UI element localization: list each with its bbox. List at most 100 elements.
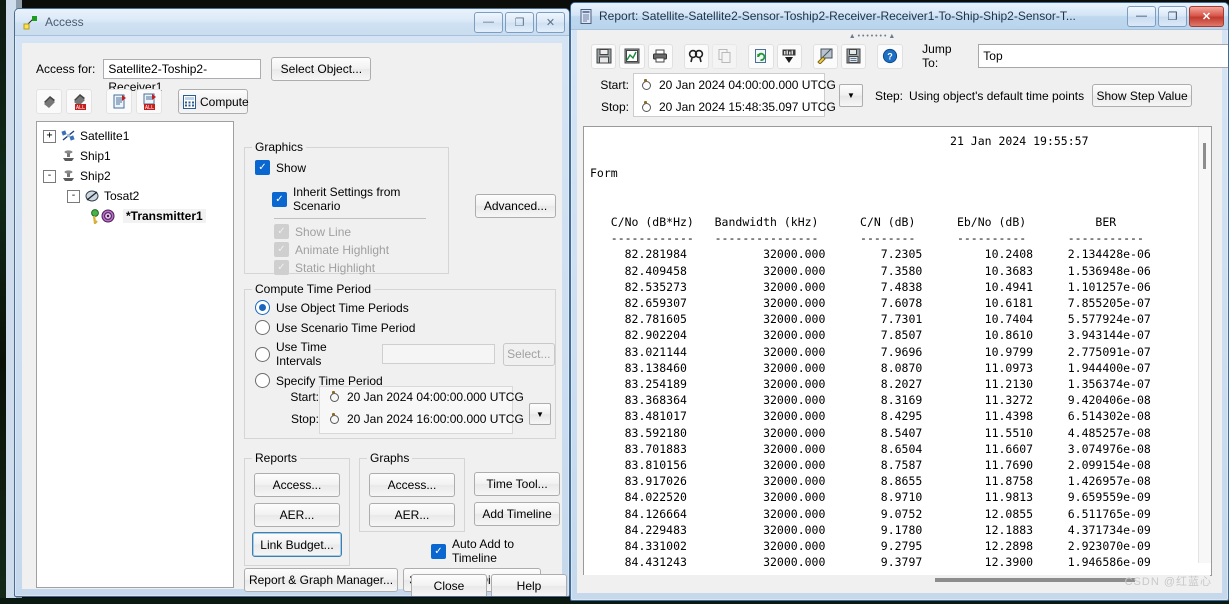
tree-node-ship2[interactable]: - Ship2 bbox=[37, 166, 233, 186]
minimize-button[interactable]: — bbox=[1127, 5, 1156, 27]
expander-icon[interactable]: - bbox=[67, 189, 80, 203]
clock-icon bbox=[639, 100, 651, 114]
access-titlebar[interactable]: Access — ❐ ✕ bbox=[15, 9, 569, 36]
report-titlebar[interactable]: Report: Satellite-Satellite2-Sensor-Tosh… bbox=[571, 3, 1228, 30]
report-line bbox=[590, 182, 1211, 198]
object-tree[interactable]: + Satellite1 Ship1 - Ship2 - Tosat2 *Tra… bbox=[36, 121, 234, 588]
time-tool-button[interactable]: Time Tool... bbox=[474, 472, 560, 496]
report-line: 82.902204 32000.000 7.8507 10.8610 3.943… bbox=[590, 328, 1151, 343]
refresh-icon[interactable] bbox=[748, 43, 774, 69]
maximize-button[interactable]: ❐ bbox=[505, 11, 534, 33]
inherit-settings-checkbox[interactable]: ✓ bbox=[272, 191, 287, 207]
close-button[interactable]: ✕ bbox=[536, 11, 565, 33]
add-timeline-button[interactable]: Add Timeline bbox=[474, 502, 560, 526]
report-line: 83.021144 32000.000 7.9696 10.9799 2.775… bbox=[590, 344, 1151, 359]
report-window[interactable]: Report: Satellite-Satellite2-Sensor-Tosh… bbox=[570, 2, 1229, 601]
compute-access-icon[interactable] bbox=[36, 89, 62, 114]
radio-use-time-intervals[interactable]: Use Time Intervals Select... bbox=[255, 340, 555, 368]
access-window[interactable]: Access — ❐ ✕ Access for: Satellite2-Tosh… bbox=[14, 8, 570, 597]
show-checkbox-row[interactable]: ✓ Show bbox=[255, 160, 448, 175]
compute-button[interactable]: Compute bbox=[178, 89, 249, 114]
auto-add-to-timeline-checkbox[interactable]: ✓ bbox=[431, 543, 446, 559]
report-toolbar[interactable]: ? Jump To: Top ⌄ bbox=[583, 40, 1228, 72]
show-line-label: Show Line bbox=[295, 224, 352, 239]
report-window-title: Report: Satellite-Satellite2-Sensor-Tosh… bbox=[599, 9, 1076, 23]
close-button-footer[interactable]: Close bbox=[411, 574, 487, 596]
radio-use-object-time-periods[interactable]: Use Object Time Periods bbox=[255, 300, 555, 315]
save-icon[interactable] bbox=[591, 43, 617, 69]
access-for-input[interactable]: Satellite2-Toship2-Receiver1 bbox=[103, 59, 262, 94]
find-icon[interactable] bbox=[683, 43, 710, 69]
show-checkbox[interactable]: ✓ bbox=[255, 160, 270, 175]
compute-button-label: Compute bbox=[200, 94, 249, 109]
report-line: 84.022520 32000.000 8.9710 11.9813 9.659… bbox=[590, 490, 1151, 505]
expander-icon[interactable]: + bbox=[43, 129, 56, 143]
show-step-value-button[interactable]: Show Step Value bbox=[1092, 84, 1193, 107]
maximize-button[interactable]: ❐ bbox=[1158, 5, 1187, 27]
tree-label: Ship2 bbox=[80, 169, 111, 183]
radio-button[interactable] bbox=[255, 373, 270, 388]
report-time-dropdown-arrow-icon[interactable]: ▼ bbox=[839, 84, 863, 107]
auto-add-timeline-row[interactable]: ✓ Auto Add to Timeline bbox=[431, 537, 562, 565]
reports-access-button[interactable]: Access... bbox=[254, 473, 340, 497]
access-window-title: Access bbox=[45, 15, 84, 29]
time-intervals-input[interactable] bbox=[382, 344, 495, 364]
time-period-dropdown-arrow-icon[interactable]: ▼ bbox=[529, 403, 551, 425]
report-stop-value[interactable]: 20 Jan 2024 15:48:35.097 UTCG bbox=[659, 100, 836, 114]
report-window-controls[interactable]: — ❐ ✕ bbox=[1127, 5, 1226, 27]
print-icon[interactable] bbox=[647, 43, 673, 69]
radio-button[interactable] bbox=[255, 320, 270, 335]
access-toolbar[interactable]: ALL ALL Compute bbox=[36, 89, 249, 114]
start-value[interactable]: 20 Jan 2024 04:00:00.000 UTCG bbox=[347, 390, 524, 404]
compute-all-access-icon[interactable]: ALL bbox=[66, 89, 92, 114]
select-object-button[interactable]: Select Object... bbox=[271, 57, 372, 81]
report-vertical-scrollbar[interactable] bbox=[1198, 127, 1211, 563]
report-step-row: Step: Using object's default time points… bbox=[875, 84, 1193, 107]
report-all-icon[interactable]: ALL bbox=[136, 89, 162, 114]
radio-button[interactable] bbox=[255, 300, 270, 315]
tree-label-selected: *Transmitter1 bbox=[123, 209, 206, 223]
radio-use-scenario-time-period[interactable]: Use Scenario Time Period bbox=[255, 320, 555, 335]
graphs-aer-button[interactable]: AER... bbox=[369, 503, 455, 527]
graphs-access-button[interactable]: Access... bbox=[369, 473, 455, 497]
report-graph-manager-button[interactable]: Report & Graph Manager... bbox=[244, 568, 398, 592]
report-text-area[interactable]: 21 Jan 2024 19:55:57 Form C/No (dB*Hz) B… bbox=[583, 126, 1212, 576]
tree-node-satellite1[interactable]: + Satellite1 bbox=[37, 122, 233, 146]
report-line: 83.810156 32000.000 8.7587 11.7690 2.099… bbox=[590, 458, 1151, 473]
jump-to-select[interactable]: Top ⌄ bbox=[978, 44, 1228, 68]
reports-link-budget-button[interactable]: Link Budget... bbox=[252, 532, 342, 557]
graphs-group: Graphs Access... AER... bbox=[359, 451, 465, 532]
clear-icon[interactable] bbox=[812, 43, 839, 69]
access-window-controls[interactable]: — ❐ ✕ bbox=[474, 11, 567, 33]
report-horizontal-scrollbar[interactable] bbox=[583, 575, 1210, 585]
svg-text:?: ? bbox=[887, 52, 893, 62]
graphics-divider bbox=[274, 218, 426, 219]
satellite-icon bbox=[61, 129, 76, 143]
expander-icon[interactable]: - bbox=[43, 169, 56, 183]
report-line bbox=[590, 149, 1211, 165]
reports-aer-button[interactable]: AER... bbox=[254, 503, 340, 527]
static-highlight-checkbox: ✓ bbox=[274, 260, 289, 275]
minimize-button[interactable]: — bbox=[474, 11, 503, 33]
graph-download-icon[interactable] bbox=[776, 43, 802, 69]
export-excel-icon[interactable] bbox=[619, 43, 645, 69]
save-as-icon[interactable] bbox=[841, 43, 867, 69]
help-icon[interactable]: ? bbox=[877, 43, 903, 69]
reports-group-title: Reports bbox=[252, 451, 301, 465]
report-stop-row: Stop: 20 Jan 2024 15:48:35.097 UTCG bbox=[595, 100, 836, 114]
stop-row: Stop: 20 Jan 2024 16:00:00.000 UTCG bbox=[281, 412, 524, 426]
stop-value[interactable]: 20 Jan 2024 16:00:00.000 UTCG bbox=[347, 412, 524, 426]
auto-add-to-timeline-label: Auto Add to Timeline bbox=[452, 537, 515, 565]
radio-button[interactable] bbox=[255, 346, 270, 362]
report-start-value[interactable]: 20 Jan 2024 04:00:00.000 UTCG bbox=[659, 78, 836, 92]
show-line-row: ✓ Show Line bbox=[274, 224, 448, 239]
close-button[interactable]: ✕ bbox=[1189, 5, 1224, 27]
advanced-button[interactable]: Advanced... bbox=[475, 194, 556, 218]
tree-node-ship1[interactable]: Ship1 bbox=[37, 146, 233, 166]
tree-label: Ship1 bbox=[80, 149, 111, 163]
tree-node-transmitter1[interactable]: *Transmitter1 bbox=[37, 206, 233, 226]
help-button-footer[interactable]: Help bbox=[491, 574, 567, 596]
tree-node-tosat2[interactable]: - Tosat2 bbox=[37, 186, 233, 206]
inherit-checkbox-row[interactable]: ✓ Inherit Settings from Scenario bbox=[272, 185, 448, 213]
report-icon[interactable] bbox=[106, 89, 132, 114]
